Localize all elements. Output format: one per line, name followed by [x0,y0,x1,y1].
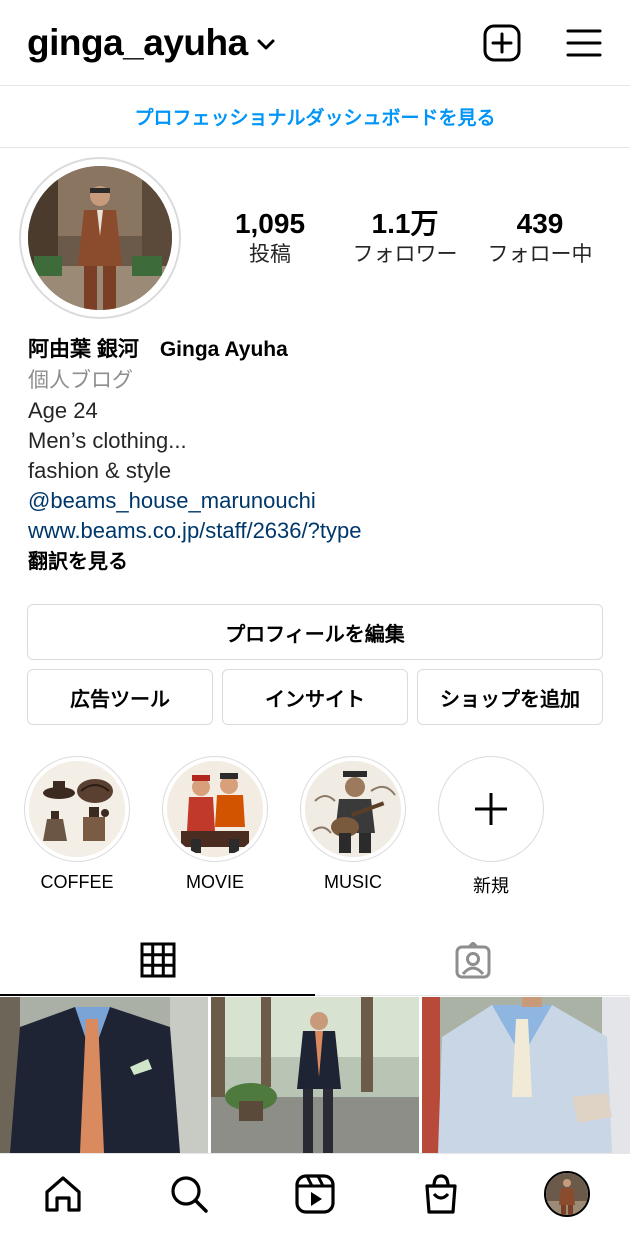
display-name: 阿由葉 銀河 Ginga Ayuha [28,338,288,361]
tab-tagged[interactable] [315,926,630,996]
plus-icon [475,793,507,825]
highlight-movie[interactable]: MOVIE [161,756,269,893]
music-illustration [305,761,401,857]
reels-icon[interactable] [293,1172,337,1216]
bio-mention-link[interactable]: @beams_house_marunouchi [28,486,608,516]
profile-category: 個人ブログ [28,369,133,392]
highlight-label: MOVIE [185,872,244,892]
tab-posts-grid[interactable] [0,926,315,996]
posts-count-value: 1,095 [234,208,306,239]
top-header: ginga_ayuha [0,0,630,86]
bio-website-link[interactable]: www.beams.co.jp/staff/2636/?type [28,516,608,546]
following-count-value: 439 [516,208,564,239]
bio-line: Men’s clothing... [28,428,187,453]
highlight-cover-ring [24,756,130,862]
shop-icon[interactable] [419,1172,463,1216]
avatar-photo [28,166,172,310]
grid-icon [140,942,175,978]
highlight-label: COFFEE [40,872,114,892]
highlight-music[interactable]: MUSIC [299,756,407,893]
username: ginga_ayuha [27,22,248,63]
edit-profile-button[interactable]: プロフィールを編集 [27,604,603,660]
see-translation-link[interactable]: 翻訳を見る [28,546,608,578]
posts-count[interactable]: 1,095 投稿 [200,206,340,268]
post-thumbnail[interactable] [422,997,630,1153]
highlight-label: 新規 [473,876,509,896]
professional-dashboard-link[interactable]: プロフェッショナルダッシュボードを見る [134,103,495,130]
profile-tabs [0,926,630,996]
ad-tools-button[interactable]: 広告ツール [27,669,213,725]
search-icon[interactable] [167,1172,211,1216]
followers-count-value: 1.1万 [371,208,439,239]
following-count-label: フォロー中 [487,243,593,266]
coffee-illustration [29,761,125,857]
chevron-down-icon [257,39,275,50]
plus-square-icon[interactable] [483,24,521,62]
post-thumbnail[interactable] [211,997,419,1153]
movie-illustration [167,761,263,857]
posts-count-label: 投稿 [249,243,291,266]
highlight-cover-ring [300,756,406,862]
profile-bio: 阿由葉 銀河 Ginga Ayuha 個人ブログ Age 24 Men’s cl… [28,334,608,578]
insights-button[interactable]: インサイト [222,669,408,725]
professional-dashboard-banner: プロフェッショナルダッシュボードを見る [0,86,630,148]
followers-count-label: フォロワー [352,243,458,266]
followers-count[interactable]: 1.1万 フォロワー [335,206,475,268]
profile-avatar-tab[interactable] [544,1171,590,1217]
bio-line: fashion & style [28,458,172,483]
highlight-coffee[interactable]: COFFEE [23,756,131,893]
profile-avatar[interactable] [19,157,181,319]
posts-grid [0,997,630,1153]
account-switcher[interactable]: ginga_ayuha [27,22,276,64]
bottom-navigation [0,1153,630,1233]
new-highlight-ring [438,756,544,862]
tagged-person-icon [455,942,490,979]
highlight-label: MUSIC [324,872,382,892]
post-thumbnail[interactable] [0,997,208,1153]
highlight-new[interactable]: 新規 [437,756,545,898]
hamburger-menu-icon[interactable] [565,24,603,62]
home-icon[interactable] [41,1172,85,1216]
highlight-cover-ring [162,756,268,862]
bio-line: Age 24 [28,398,98,423]
add-shop-button[interactable]: ショップを追加 [417,669,603,725]
following-count[interactable]: 439 フォロー中 [470,206,610,268]
